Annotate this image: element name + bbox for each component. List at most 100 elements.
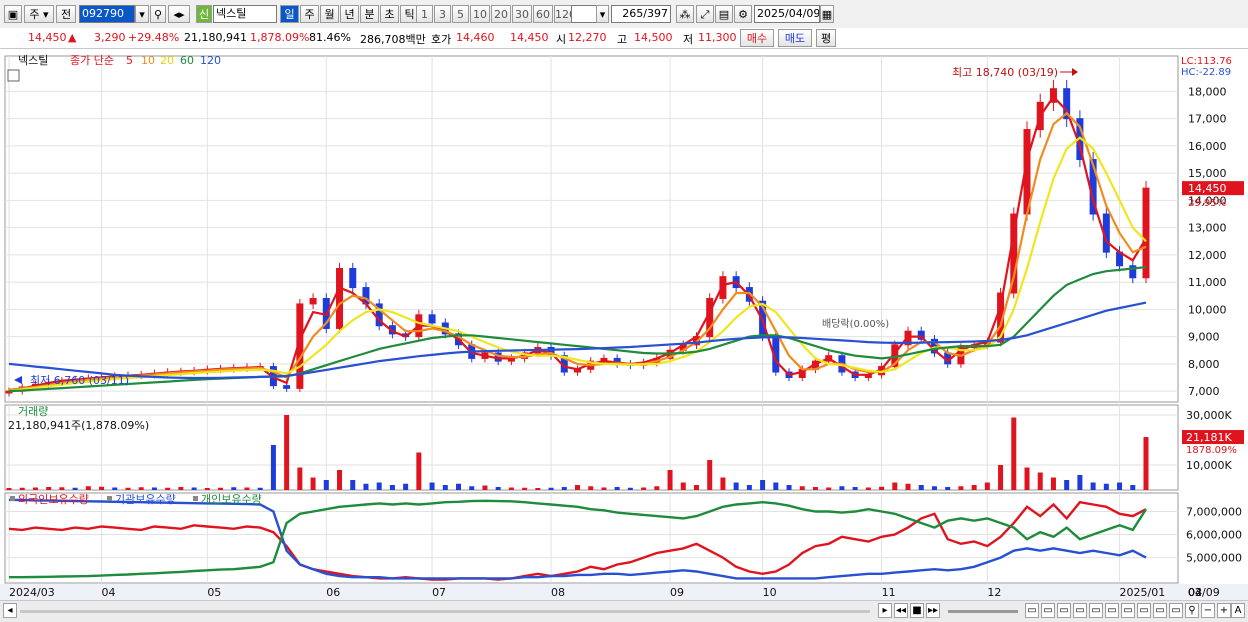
volume-bar — [85, 486, 91, 490]
interval-dropdown-icon[interactable]: ▾ — [596, 5, 609, 23]
total-value: /397 — [643, 7, 668, 20]
fast-forward-icon[interactable]: ▸▸ — [926, 603, 940, 618]
volume-subtitle: 21,180,941주(1,878.09%) — [8, 419, 149, 432]
hc-value: HC:-22.89 — [1181, 67, 1231, 78]
search-icon[interactable]: ⚲ — [150, 5, 166, 23]
period-tab[interactable]: 분 — [360, 5, 379, 23]
save-icon[interactable]: ▤ — [715, 5, 733, 23]
layout-icon-9[interactable]: ▭ — [1153, 603, 1167, 618]
lc-value: LC:113.76 — [1181, 56, 1232, 67]
stop-icon[interactable]: ■ — [910, 603, 924, 618]
volume-bar — [1103, 483, 1109, 490]
sell-button[interactable]: 매도 — [778, 29, 812, 47]
volume-bar — [482, 485, 488, 490]
volume-bar — [707, 460, 713, 490]
period-tab[interactable]: 월 — [320, 5, 339, 23]
tool-icon[interactable]: ⤢ — [696, 5, 714, 23]
zoom-out-icon[interactable]: − — [1201, 603, 1215, 618]
zoom-in-icon[interactable]: + — [1217, 603, 1231, 618]
prev-button[interactable]: 전 — [56, 5, 76, 23]
volume-bar — [1011, 417, 1017, 490]
volume-bar — [442, 485, 448, 490]
rewind-icon[interactable]: ◂◂ — [894, 603, 908, 618]
layout-icon-2[interactable]: ▭ — [1041, 603, 1055, 618]
layout-icon-7[interactable]: ▭ — [1121, 603, 1135, 618]
layout-icon-10[interactable]: ▭ — [1169, 603, 1183, 618]
scroll-right-icon[interactable]: ▸ — [878, 603, 892, 618]
interval-tab[interactable]: 3 — [434, 5, 451, 23]
layout-icon-5[interactable]: ▭ — [1089, 603, 1103, 618]
count-field[interactable]: 265/397 — [611, 5, 671, 23]
quote-bar: 14,450 ▲ 3,290 +29.48% 21,180,941 1,878.… — [0, 28, 1248, 49]
interval-tab[interactable]: 30 — [512, 5, 532, 23]
calendar-icon[interactable]: ▦ — [820, 5, 834, 23]
price-tick-label: 10,000 — [1188, 303, 1227, 316]
candle-body — [349, 268, 357, 289]
layout-icon-6[interactable]: ▭ — [1105, 603, 1119, 618]
volume-bar — [323, 480, 329, 490]
stock-code-input[interactable]: 092790 — [79, 5, 135, 23]
volume-title: 거래량 — [18, 405, 48, 418]
x-tick-label: 05 — [207, 586, 221, 599]
shin-badge[interactable]: 신 — [196, 5, 212, 23]
low-label: 저 — [683, 33, 694, 46]
buy-button[interactable]: 매수 — [740, 29, 774, 47]
zoom-slider[interactable] — [948, 610, 1018, 613]
volume-value: 21,180,941 — [184, 31, 247, 44]
interval-tab[interactable]: 20 — [491, 5, 511, 23]
interval-tab[interactable]: 5 — [452, 5, 469, 23]
stock-chart[interactable]: 18,00017,00016,00015,00014,00013,00012,0… — [0, 50, 1248, 600]
period-tab[interactable]: 년 — [340, 5, 359, 23]
volume-bar — [72, 487, 78, 490]
layout-icon-4[interactable]: ▭ — [1073, 603, 1087, 618]
volume-bar — [1090, 482, 1096, 490]
volume-bar — [575, 485, 580, 490]
x-tick-label: 10 — [763, 586, 777, 599]
stock-name-field[interactable]: 넥스틸 — [213, 5, 277, 23]
volume-tick-label: 10,000K — [1186, 459, 1232, 472]
layout-icon-8[interactable]: ▭ — [1137, 603, 1151, 618]
candle-body — [336, 268, 344, 329]
price-tick-label: 8,000 — [1188, 358, 1220, 371]
legend-marker — [193, 496, 198, 501]
last-volume-box-text: 21,181K — [1186, 431, 1232, 444]
link-icon[interactable]: ⁂ — [676, 5, 694, 23]
volume-bar — [337, 470, 343, 490]
volume-bar — [350, 480, 356, 490]
scroll-left-icon[interactable]: ◂ — [3, 603, 17, 618]
volume-bar — [46, 487, 52, 490]
layout-icon-1[interactable]: ▭ — [1025, 603, 1039, 618]
volume-bar — [852, 487, 858, 490]
window-menu-icon[interactable]: ▣ — [4, 5, 22, 23]
volume-bar — [746, 485, 752, 490]
interval-tab[interactable]: 1 — [416, 5, 433, 23]
period-tab[interactable]: 일 — [280, 5, 299, 23]
period-tab[interactable]: 주 — [300, 5, 319, 23]
chart-pane-frame — [4, 492, 1179, 584]
interval-tab[interactable]: 60 — [533, 5, 553, 23]
candle-body — [428, 314, 436, 324]
eval-button[interactable]: 평 — [816, 29, 836, 47]
code-dropdown-icon[interactable]: ▾ — [135, 5, 149, 23]
volume-bar — [931, 486, 937, 490]
chart-panes — [0, 55, 1248, 600]
volume-bar — [720, 477, 726, 490]
volume-bar — [32, 487, 38, 490]
period-tab[interactable]: 초 — [380, 5, 399, 23]
sound-icon[interactable]: ◂▸ — [168, 5, 190, 23]
high-annotation: 최고 18,740 (03/19) — [952, 66, 1058, 79]
date-field[interactable]: 2025/04/09 — [754, 5, 820, 23]
volume-bar — [760, 480, 766, 490]
interval-tab[interactable]: 10 — [470, 5, 490, 23]
layout-icon-3[interactable]: ▭ — [1057, 603, 1071, 618]
font-size-icon[interactable]: A — [1231, 603, 1245, 618]
volume-bar — [654, 486, 660, 490]
scrollbar-track[interactable] — [20, 610, 870, 613]
zoom-icon[interactable]: ⚲ — [1185, 603, 1199, 618]
volume-bar — [257, 487, 263, 490]
volume-bar — [773, 482, 779, 490]
type-select[interactable]: 주 ▾ — [24, 5, 54, 23]
settings-gear-icon[interactable]: ⚙ — [734, 5, 752, 23]
chart-stock-name: 넥스틸 — [18, 54, 48, 67]
volume-bar — [416, 452, 422, 490]
